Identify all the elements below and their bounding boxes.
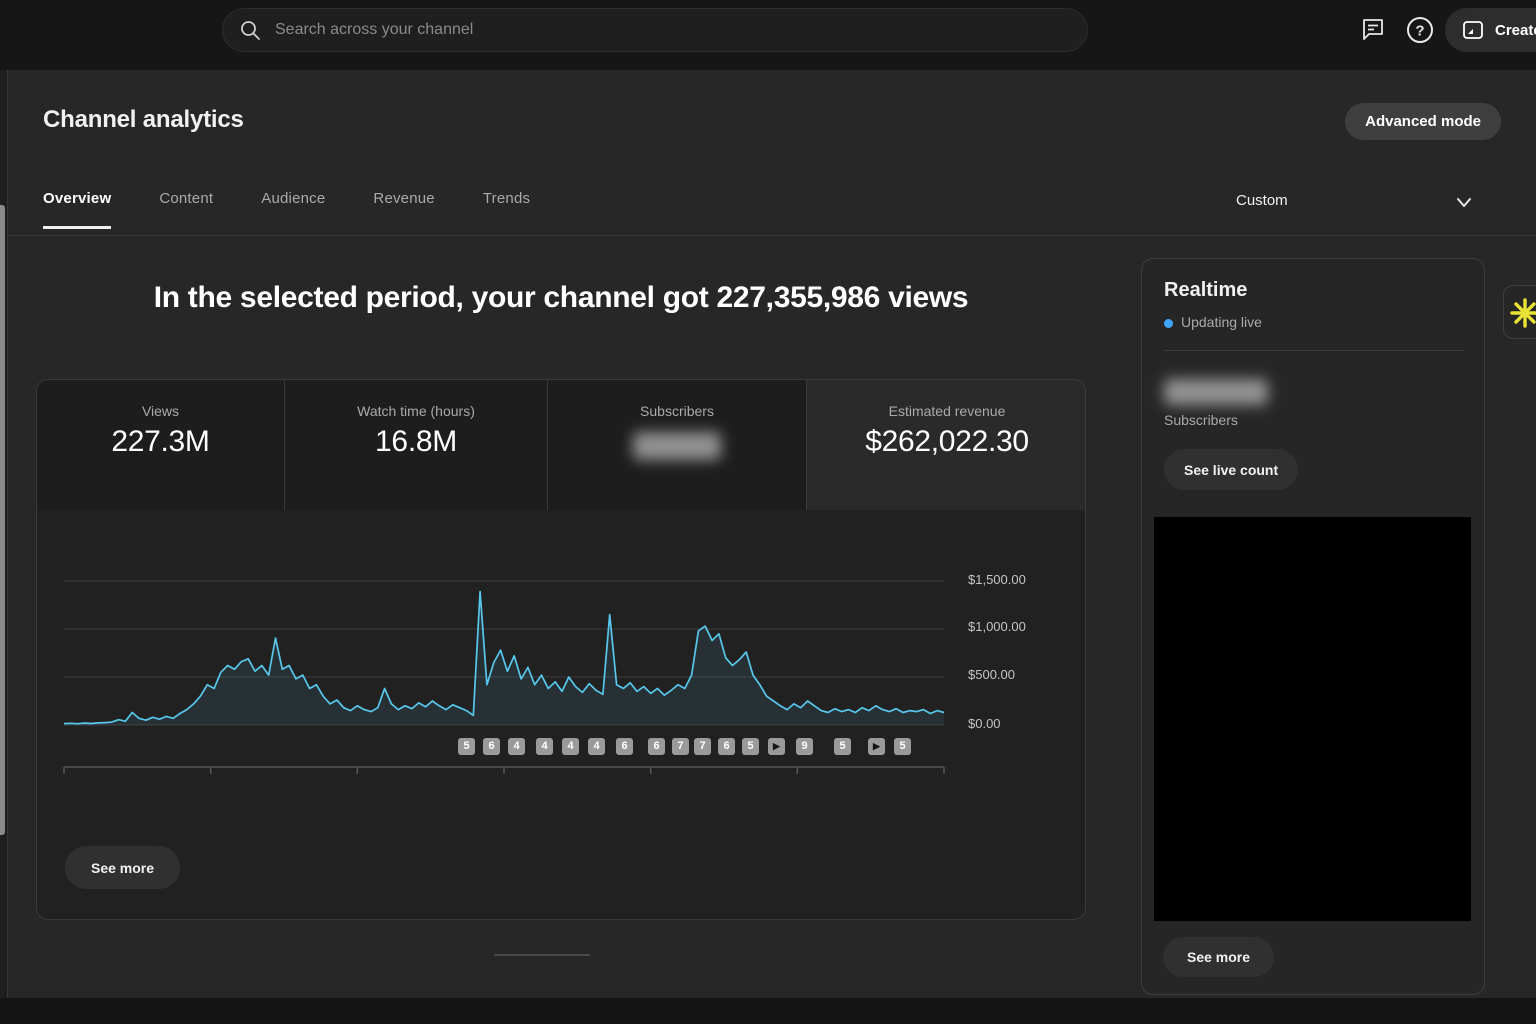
publish-badge-play[interactable]: ▶ <box>768 738 785 755</box>
publish-badge[interactable]: 5 <box>742 738 759 755</box>
realtime-subscribers-label: Subscribers <box>1164 412 1238 428</box>
analytics-page: Channel analytics Advanced mode Overview… <box>0 70 1536 1024</box>
overview-analytics-card: Views 227.3M Watch time (hours) 16.8M Su… <box>36 379 1086 920</box>
top-bar: ? Create <box>0 0 1536 70</box>
see-live-count-button[interactable]: See live count <box>1164 449 1298 490</box>
page-title: Channel analytics <box>43 106 244 134</box>
revenue-line-chart[interactable] <box>37 380 1086 920</box>
tabs-divider <box>9 235 1536 236</box>
y-axis-label: $1,500.00 <box>968 572 1026 587</box>
publish-badge[interactable]: 6 <box>648 738 665 755</box>
see-more-button[interactable]: See more <box>65 846 180 889</box>
create-button[interactable]: Create <box>1445 8 1536 52</box>
publish-badge[interactable]: 7 <box>694 738 711 755</box>
realtime-subscribers-redacted <box>1164 379 1268 405</box>
search-input[interactable] <box>275 21 1087 39</box>
asterisk-icon <box>1508 296 1536 330</box>
summary-headline: In the selected period, your channel got… <box>0 281 1122 315</box>
divider <box>1164 350 1464 351</box>
create-video-icon <box>1461 18 1485 42</box>
tab-trends[interactable]: Trends <box>483 190 530 229</box>
analytics-tabs: Overview Content Audience Revenue Trends <box>43 190 578 229</box>
scroll-indicator[interactable] <box>494 954 590 956</box>
tab-audience[interactable]: Audience <box>261 190 325 229</box>
bottom-strip <box>0 998 1536 1024</box>
publish-badge-play[interactable]: ▶ <box>868 738 885 755</box>
y-axis-label: $500.00 <box>968 667 1015 682</box>
publish-badge[interactable]: 4 <box>562 738 579 755</box>
extension-asterisk-button[interactable] <box>1503 285 1536 339</box>
y-axis-label: $0.00 <box>968 716 1001 731</box>
tab-overview[interactable]: Overview <box>43 190 111 229</box>
create-button-label: Create <box>1495 22 1536 39</box>
publish-badge[interactable]: 6 <box>616 738 633 755</box>
tab-content[interactable]: Content <box>159 190 213 229</box>
publish-badge[interactable]: 4 <box>588 738 605 755</box>
realtime-status: Updating live <box>1181 314 1262 330</box>
y-axis-label: $1,000.00 <box>968 619 1026 634</box>
realtime-title: Realtime <box>1164 279 1247 302</box>
publish-badge[interactable]: 7 <box>672 738 689 755</box>
realtime-see-more-button[interactable]: See more <box>1163 937 1274 977</box>
feedback-icon[interactable] <box>1360 16 1386 42</box>
tab-revenue[interactable]: Revenue <box>373 190 434 229</box>
publish-badge[interactable]: 6 <box>483 738 500 755</box>
realtime-card: Realtime Updating live Subscribers See l… <box>1141 258 1485 995</box>
sidebar-edge <box>0 70 8 1024</box>
help-icon[interactable]: ? <box>1405 15 1435 45</box>
publish-badge[interactable]: 4 <box>536 738 553 755</box>
publish-badge[interactable]: 5 <box>458 738 475 755</box>
date-range-selector[interactable]: Custom <box>1236 192 1288 209</box>
advanced-mode-button[interactable]: Advanced mode <box>1345 103 1501 140</box>
publish-badge[interactable]: 4 <box>508 738 525 755</box>
publish-badge[interactable]: 9 <box>796 738 813 755</box>
chevron-down-icon[interactable] <box>1452 190 1476 214</box>
realtime-content-redacted <box>1154 517 1471 921</box>
publish-badge[interactable]: 5 <box>894 738 911 755</box>
search-bar[interactable] <box>222 8 1088 52</box>
search-icon <box>239 19 261 41</box>
publish-badge[interactable]: 5 <box>834 738 851 755</box>
svg-text:?: ? <box>1415 23 1424 40</box>
live-dot <box>1164 319 1173 328</box>
publish-badge[interactable]: 6 <box>718 738 735 755</box>
